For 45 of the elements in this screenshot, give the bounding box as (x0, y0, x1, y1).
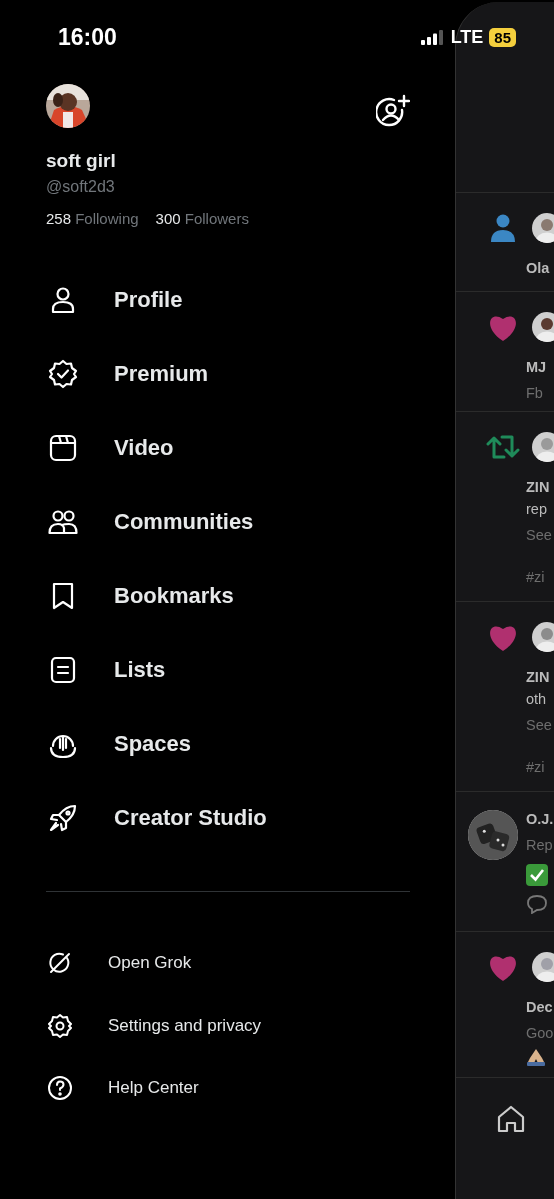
reply-icon[interactable] (526, 894, 548, 914)
menu-item[interactable]: Video (114, 435, 174, 461)
notification-text: ZIN (526, 478, 550, 497)
notification-text: MJ (526, 358, 547, 377)
network-label: LTE (450, 26, 484, 48)
menu-item[interactable]: Spaces (114, 731, 192, 757)
lists-icon (48, 655, 78, 685)
premium-icon (48, 359, 78, 389)
help-icon (47, 1075, 73, 1102)
signal-icon (420, 29, 445, 45)
creator-icon (48, 803, 78, 833)
notification-text: Dec (526, 998, 553, 1017)
notification-text: Rep (526, 836, 553, 855)
notification-text: Goo (526, 1024, 554, 1043)
profile-handle: @soft2d3 (46, 178, 116, 196)
repost-icon (486, 433, 520, 461)
notification-text: See (526, 716, 552, 735)
menu-item[interactable]: Communities (114, 509, 254, 535)
status-time: 16:00 (58, 23, 117, 51)
notification-text: Fb (526, 384, 543, 403)
menu-item[interactable]: Lists (114, 657, 166, 683)
menu-item[interactable]: Profile (114, 287, 183, 313)
notification-text: O.J. (526, 810, 554, 829)
menu-item[interactable]: Bookmarks (114, 583, 234, 609)
followers-link[interactable]: 300 Followers (155, 210, 249, 227)
settings-icon (47, 1012, 73, 1039)
notification-text: ZIN (526, 668, 550, 687)
notification-text: #zi (526, 758, 545, 777)
communities-icon (48, 507, 78, 537)
menu-item[interactable]: Creator Studio (114, 805, 267, 831)
menu-item[interactable]: Open Grok (108, 953, 192, 974)
menu-item[interactable]: Premium (114, 361, 209, 387)
menu-item[interactable]: Help Center (108, 1078, 199, 1099)
notification-text: oth (526, 690, 547, 709)
check-mark-icon (526, 864, 548, 886)
video-icon (48, 433, 78, 463)
home-icon[interactable] (496, 1104, 526, 1134)
add-account-icon[interactable] (376, 94, 410, 128)
notification-text: rep (526, 500, 547, 519)
profile-name: soft girl (46, 150, 117, 172)
notification-text: #zi (526, 568, 545, 587)
menu-item[interactable]: Settings and privacy (108, 1015, 262, 1036)
following-link[interactable]: 258 Following (46, 210, 139, 227)
notification-text: Ola (526, 259, 550, 278)
notification-text: See (526, 526, 552, 545)
